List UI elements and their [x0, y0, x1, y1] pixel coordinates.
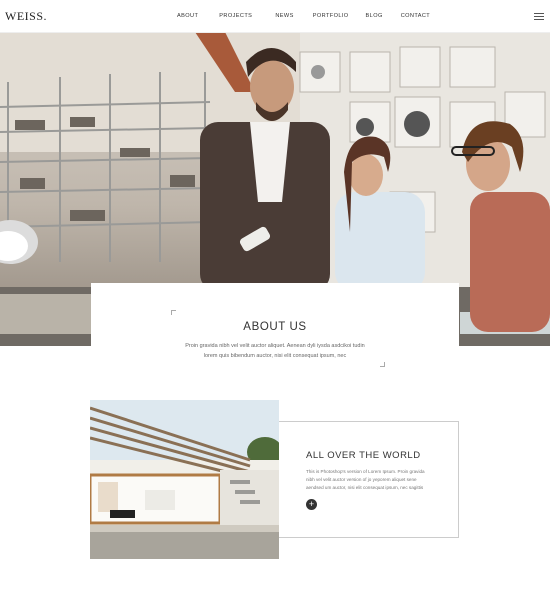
- house-image: [90, 400, 279, 559]
- corner-decoration: [171, 310, 176, 315]
- feature-text: This is Photoshop's version of Lorem Ips…: [306, 469, 425, 490]
- nav-blog[interactable]: BLOG: [357, 12, 391, 20]
- feature-title: ALL OVER THE WORLD: [306, 450, 421, 461]
- main-nav: ABOUT PROJECTS NEWS PORTFOLIO BLOG CONTA…: [170, 12, 438, 20]
- corner-decoration: [380, 362, 385, 367]
- about-text: Proin gravida nibh vel velit auctor aliq…: [185, 343, 365, 359]
- about-title: ABOUT US: [243, 321, 307, 333]
- about-card: ABOUT US Proin gravida nibh vel velit au…: [91, 283, 459, 367]
- nav-contact[interactable]: CONTACT: [391, 12, 438, 20]
- plus-button[interactable]: +: [306, 499, 317, 510]
- site-header: WEISS. ABOUT PROJECTS NEWS PORTFOLIO BLO…: [0, 0, 550, 33]
- nav-news[interactable]: NEWS: [260, 12, 301, 20]
- feature-card: ALL OVER THE WORLD This is Photoshop's v…: [279, 421, 459, 538]
- nav-about[interactable]: ABOUT: [170, 12, 206, 20]
- house-photo-illustration: [90, 400, 279, 559]
- nav-projects[interactable]: PROJECTS: [206, 12, 260, 20]
- hamburger-icon[interactable]: [534, 13, 544, 20]
- logo[interactable]: WEISS.: [5, 9, 47, 24]
- nav-portfolio[interactable]: PORTFOLIO: [302, 12, 357, 20]
